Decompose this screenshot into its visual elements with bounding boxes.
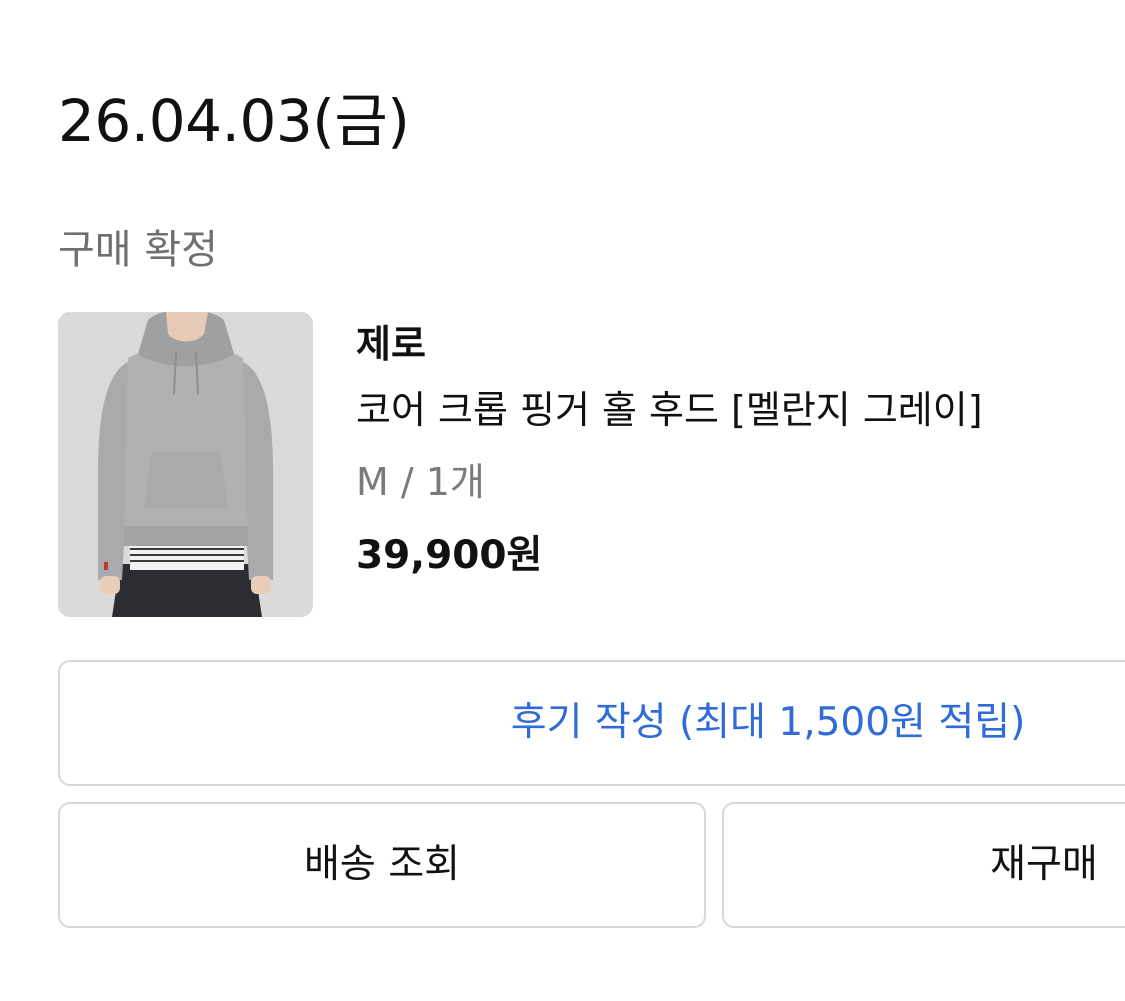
track-delivery-label: 배송 조회	[304, 842, 460, 887]
product-name: 코어 크롭 핑거 홀 후드 [멜란지 그레이]	[356, 388, 983, 432]
striped-hem	[130, 544, 244, 570]
write-review-button[interactable]: 후기 작성 (최대 1,500원 적립)	[58, 660, 1125, 786]
product-brand: 제로	[356, 322, 426, 366]
rebuy-label: 재구매	[990, 842, 1098, 887]
track-delivery-button[interactable]: 배송 조회	[58, 802, 706, 928]
hoodie-body	[124, 346, 248, 537]
order-status: 구매 확정	[58, 227, 218, 273]
write-review-label: 후기 작성 (최대 1,500원 적립)	[510, 700, 1026, 745]
order-date: 26.04.03(금)	[58, 87, 410, 155]
product-thumbnail[interactable]	[58, 312, 313, 617]
jeans-shape	[112, 564, 262, 617]
product-price: 39,900원	[356, 533, 543, 578]
product-option: M / 1개	[356, 460, 485, 504]
rebuy-button[interactable]: 재구매	[722, 802, 1125, 928]
product-info[interactable]: 제로 코어 크롭 핑거 홀 후드 [멜란지 그레이] M / 1개 39,900…	[356, 318, 1116, 582]
